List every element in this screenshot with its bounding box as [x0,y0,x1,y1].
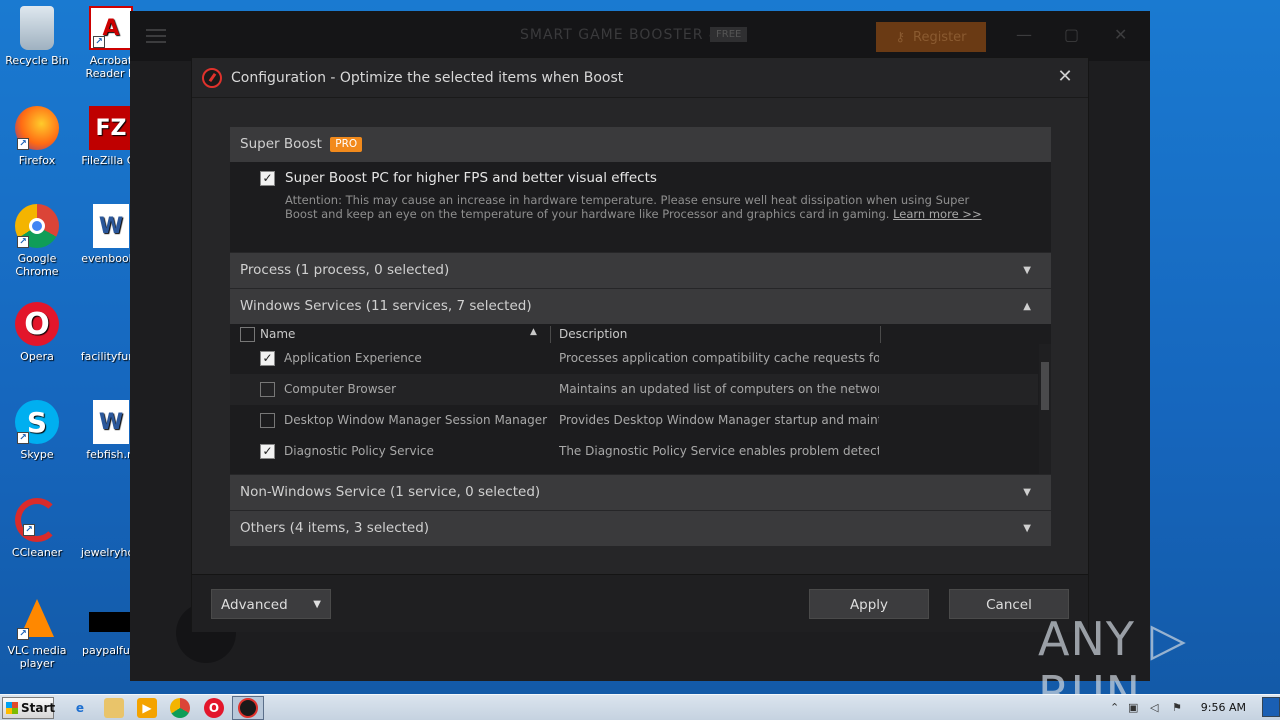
table-row[interactable]: Computer Browser Maintains an updated li… [230,374,1038,405]
dialog-body: Super Boost PRO ✓ Super Boost PC for hig… [230,127,1051,547]
desktop-icon-chrome[interactable]: ↗ Google Chrome [0,204,74,278]
acrobat-reader-icon: A ↗ [89,6,133,50]
chrome-icon[interactable] [170,698,190,718]
recycle-bin-icon [20,6,54,50]
app-edition-tag: FREE [710,27,748,42]
chevron-down-icon: ▼ [1023,523,1031,534]
shortcut-arrow-icon: ↗ [17,628,29,640]
chevron-down-icon: ▼ [1023,487,1031,498]
vlc-icon: ↗ [15,596,59,640]
system-tray: ⌃ ▣ ◁ ⚑ 9:56 AM [1102,695,1280,720]
dialog-footer: Advanced ▼ Apply Cancel [192,574,1088,632]
maximize-icon[interactable]: ▢ [1064,25,1079,44]
flag-icon[interactable]: ⚑ [1172,701,1182,714]
pro-badge: PRO [330,137,363,152]
super-boost-attention: Attention: This may cause an increase in… [285,193,982,221]
ccleaner-icon: ↗ [15,498,59,542]
show-desktop-button[interactable] [1262,697,1280,717]
minimize-icon[interactable]: — [1016,25,1032,44]
opera-icon: O [15,302,59,346]
skype-icon: S ↗ [15,400,59,444]
sort-asc-icon: ▲ [530,327,537,337]
apply-button[interactable]: Apply [809,589,929,619]
shortcut-arrow-icon: ↗ [93,36,105,48]
shortcut-arrow-icon: ↗ [17,236,29,248]
internet-explorer-icon[interactable]: e [70,698,90,718]
services-table: Name ▲ Description ✓ Application Experie… [230,324,1051,474]
file-explorer-icon[interactable] [104,698,124,718]
volume-icon[interactable]: ◁ [1150,701,1158,714]
file-icon [89,498,133,542]
app-logo-icon [202,68,222,88]
word-doc-icon: W [93,204,129,248]
clock[interactable]: 9:56 AM [1201,701,1246,714]
word-doc-icon: W [93,400,129,444]
others-header[interactable]: Others (4 items, 3 selected) ▼ [230,511,1051,546]
super-boost-checkbox[interactable]: ✓ [260,171,275,186]
windows-services-header[interactable]: Windows Services (11 services, 7 selecte… [230,289,1051,324]
desktop-icon-ccleaner[interactable]: ↗ CCleaner [0,498,74,559]
menu-icon[interactable] [146,29,166,43]
app-title: SMART GAME BOOSTER 4.2 [520,27,735,43]
file-icon [89,596,133,640]
desktop-icon-recycle-bin[interactable]: Recycle Bin [0,6,74,67]
app-titlebar: SMART GAME BOOSTER 4.2 FREE ⚷ Register —… [130,11,1150,61]
action-center-icon[interactable]: ▣ [1128,701,1138,714]
column-name[interactable]: Name [260,327,295,341]
select-all-checkbox[interactable] [240,327,255,342]
column-description[interactable]: Description [559,327,627,341]
service-checkbox[interactable]: ✓ [260,444,275,459]
learn-more-link[interactable]: Learn more >> [893,207,982,221]
scrollbar-thumb[interactable] [1041,362,1049,410]
file-icon [89,302,133,346]
services-table-header: Name ▲ Description [230,324,1051,344]
shortcut-arrow-icon: ↗ [17,432,29,444]
dialog-titlebar: Configuration - Optimize the selected it… [192,58,1088,98]
super-boost-panel: ✓ Super Boost PC for higher FPS and bett… [230,162,1051,252]
taskbar-item-game-booster[interactable] [232,696,264,720]
start-button[interactable]: Start [2,697,55,719]
super-boost-label: Super Boost PC for higher FPS and better… [285,170,657,186]
desktop-icon-firefox[interactable]: ↗ Firefox [0,106,74,167]
close-icon[interactable]: ✕ [1114,25,1127,44]
shortcut-arrow-icon: ↗ [23,524,35,536]
dialog-title: Configuration - Optimize the selected it… [231,70,624,86]
game-booster-icon [238,698,258,718]
advanced-dropdown[interactable]: Advanced ▼ [211,589,331,619]
chevron-up-icon: ▲ [1023,301,1031,312]
services-scrollbar[interactable] [1039,344,1051,474]
chrome-icon: ↗ [15,204,59,248]
configuration-dialog: Configuration - Optimize the selected it… [191,57,1089,632]
service-checkbox[interactable] [260,382,275,397]
close-icon[interactable]: ✕ [1054,66,1076,88]
table-row[interactable]: Desktop Window Manager Session Manager P… [230,405,1038,436]
firefox-icon: ↗ [15,106,59,150]
desktop-icon-vlc[interactable]: ↗ VLC media player [0,596,74,670]
process-header[interactable]: Process (1 process, 0 selected) ▼ [230,253,1051,288]
service-checkbox[interactable] [260,413,275,428]
chevron-down-icon: ▼ [313,599,321,610]
table-row[interactable]: ✓ Diagnostic Policy Service The Diagnost… [230,436,1038,467]
show-hidden-icons-icon[interactable]: ⌃ [1110,701,1119,714]
desktop-icon-opera[interactable]: O Opera [0,302,74,363]
shortcut-arrow-icon: ↗ [17,138,29,150]
windows-logo-icon [6,702,18,714]
register-button[interactable]: ⚷ Register [876,22,986,52]
non-windows-service-header[interactable]: Non-Windows Service (1 service, 0 select… [230,475,1051,510]
desktop-icon-skype[interactable]: S ↗ Skype [0,400,74,461]
opera-icon[interactable]: O [204,698,224,718]
taskbar: Start e ▶ O ⌃ ▣ ◁ ⚑ 9:56 AM [0,694,1280,720]
filezilla-icon: FZ [89,106,133,150]
key-icon: ⚷ [895,29,905,45]
chevron-down-icon: ▼ [1023,265,1031,276]
service-checkbox[interactable]: ✓ [260,351,275,366]
media-player-icon[interactable]: ▶ [137,698,157,718]
super-boost-header: Super Boost PRO [230,127,1051,162]
table-row[interactable]: ✓ Application Experience Processes appli… [230,343,1038,374]
